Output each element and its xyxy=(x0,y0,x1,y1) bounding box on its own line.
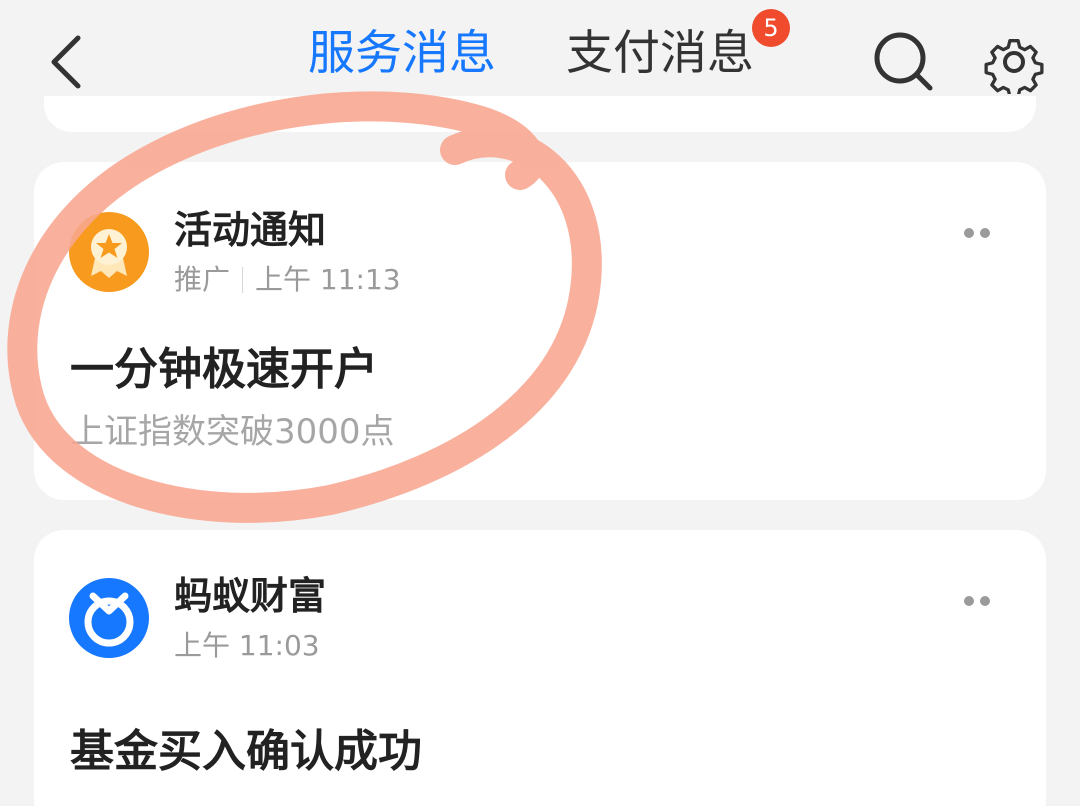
meta-divider xyxy=(242,267,244,293)
more-dot-icon xyxy=(964,596,974,606)
more-dot-icon xyxy=(980,228,990,238)
settings-button[interactable] xyxy=(982,30,1046,99)
message-title: 一分钟极速开户 xyxy=(70,344,378,395)
ant-fortune-logo-icon xyxy=(69,578,149,658)
chevron-left-icon xyxy=(51,35,81,89)
message-card[interactable]: 蚂蚁财富 上午 11:03 基金买入确认成功 xyxy=(34,530,1046,806)
search-icon xyxy=(874,32,933,91)
message-time: 上午 11:03 xyxy=(174,629,320,662)
avatar xyxy=(69,578,149,658)
tab-service-messages[interactable]: 服务消息 xyxy=(308,22,496,86)
more-dot-icon xyxy=(980,596,990,606)
message-subtitle: 上证指数突破3000点 xyxy=(70,412,395,452)
message-card[interactable]: 活动通知 推广 上午 11:13 一分钟极速开户 上证指数突破3000点 xyxy=(34,162,1046,500)
previous-card-edge xyxy=(44,96,1036,132)
sender-name: 活动通知 xyxy=(174,208,327,252)
avatar xyxy=(69,212,149,292)
medal-star-icon xyxy=(69,212,149,292)
gear-icon xyxy=(984,39,1044,99)
message-time: 上午 11:13 xyxy=(255,263,401,296)
promo-tag: 推广 xyxy=(174,263,231,296)
message-meta: 上午 11:03 xyxy=(174,626,320,666)
tab-payment-messages[interactable]: 支付消息 xyxy=(566,22,754,86)
sender-name: 蚂蚁财富 xyxy=(174,574,327,618)
more-options-button[interactable] xyxy=(958,218,998,248)
service-messages-screen: 服务消息 支付消息 5 活动通知 推广 上午 11:13 一分钟极速开户 上证指… xyxy=(0,0,1080,806)
search-button[interactable] xyxy=(870,28,936,94)
more-dot-icon xyxy=(964,228,974,238)
back-button[interactable] xyxy=(40,24,100,96)
unread-badge: 5 xyxy=(752,9,790,47)
message-title: 基金买入确认成功 xyxy=(70,726,422,777)
more-options-button[interactable] xyxy=(958,586,998,616)
message-meta: 推广 上午 11:13 xyxy=(174,260,401,300)
